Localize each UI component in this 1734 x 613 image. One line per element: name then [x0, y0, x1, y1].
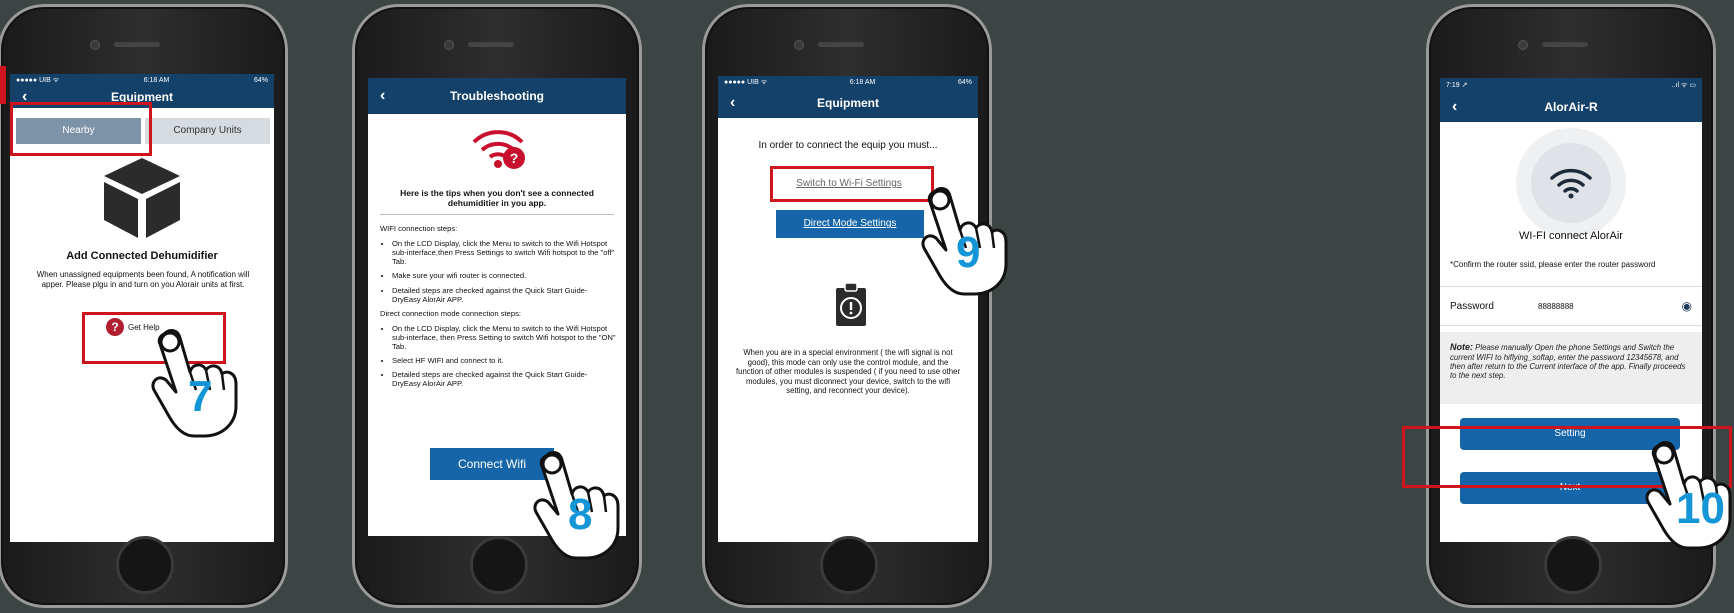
password-label: Password	[1450, 300, 1494, 312]
add-device-message: When unassigned equipments been found, A…	[36, 270, 250, 289]
phone-3-screen: ●●●●● UIB ᯤ 6:18 AM 64% ‹ Equipment In o…	[718, 76, 978, 542]
nav-bar: ‹ Troubleshooting	[368, 78, 626, 114]
add-device-heading: Add Connected Dehumidifier	[66, 250, 218, 262]
home-button	[470, 536, 528, 594]
earpiece-speaker	[818, 42, 864, 47]
wifi-badge-inner	[1531, 143, 1611, 223]
earpiece-speaker	[114, 42, 160, 47]
back-arrow-icon[interactable]: ‹	[380, 87, 385, 105]
phone-3: ●●●●● UIB ᯤ 6:18 AM 64% ‹ Equipment In o…	[702, 4, 992, 608]
tips-heading: Here is the tips when you don't see a co…	[380, 188, 614, 215]
list-item: On the LCD Display, click the Menu to sw…	[392, 239, 616, 266]
wifi-steps-list: On the LCD Display, click the Menu to sw…	[380, 239, 616, 304]
status-carrier: ●●●●● UIB ᯤ	[16, 76, 60, 84]
page-title: Troubleshooting	[450, 89, 544, 103]
marker-edge	[0, 66, 6, 104]
status-battery: 64%	[957, 78, 972, 86]
nav-bar: ‹ AlorAir-R	[1440, 92, 1702, 122]
page-title: Equipment	[817, 96, 879, 110]
earpiece-speaker	[468, 42, 514, 47]
status-battery: 64%	[253, 76, 268, 84]
wifi-badge	[1516, 128, 1626, 238]
tab-company-units[interactable]: Company Units	[145, 118, 270, 144]
front-camera	[1518, 40, 1528, 50]
svg-text:?: ?	[510, 150, 519, 166]
home-button	[820, 536, 878, 594]
step-number: 9	[956, 228, 981, 277]
status-icons: ..ıl ᯤ ▭	[1671, 81, 1696, 89]
status-time: 6:18 AM	[849, 78, 876, 86]
status-bar: ●●●●● UIB ᯤ 6:18 AM 64%	[718, 76, 978, 88]
status-bar: ●●●●● UIB ᯤ 6:18 AM 64%	[10, 74, 274, 86]
back-arrow-icon[interactable]: ‹	[1452, 98, 1457, 116]
clipboard-alert-icon	[836, 282, 866, 326]
list-item: Make sure your wifi router is connected.	[392, 271, 616, 280]
wifi-settings-highlight	[770, 166, 934, 202]
wifi-error-icon: ?	[472, 130, 525, 169]
direct-mode-note: When you are in a special environment ( …	[735, 348, 961, 395]
status-carrier: ●●●●● UIB ᯤ	[724, 78, 768, 86]
front-camera	[90, 40, 100, 50]
list-item: On the LCD Display, click the Menu to sw…	[392, 324, 616, 351]
status-bar: 7:19 ↗ ..ıl ᯤ ▭	[1440, 78, 1702, 92]
note-text: Please manually Open the phone Settings …	[1450, 343, 1686, 381]
back-arrow-icon[interactable]: ‹	[730, 94, 735, 112]
note-box: Note: Please manually Open the phone Set…	[1440, 332, 1702, 404]
status-time: 6:18 AM	[143, 76, 170, 84]
status-time: 7:19 ↗	[1446, 82, 1468, 89]
wifi-connect-title: WI-FI connect AlorAir	[1519, 230, 1623, 242]
direct-mode-settings-button[interactable]: Direct Mode Settings	[776, 210, 924, 238]
front-camera	[794, 40, 804, 50]
direct-steps-list: On the LCD Display, click the Menu to sw…	[380, 324, 616, 389]
earpiece-speaker	[1542, 42, 1588, 47]
wifi-icon	[1550, 168, 1592, 199]
phone-1: ●●●●● UIB ᯤ 6:18 AM 64% ‹ Equipment Near…	[0, 4, 288, 608]
intro-text: In order to connect the equip you must..…	[758, 140, 938, 151]
confirm-ssid-text: *Confirm the router ssid, please enter t…	[1450, 260, 1656, 269]
step-number: 8	[568, 490, 593, 539]
front-camera	[444, 40, 454, 50]
home-button	[1544, 536, 1602, 594]
note-label: Note:	[1450, 342, 1473, 352]
list-item: Detailed steps are checked against the Q…	[392, 286, 616, 304]
list-item: Select HF WIFI and connect to it.	[392, 356, 616, 365]
password-field[interactable]: 88888888	[1538, 302, 1682, 311]
home-button	[116, 536, 174, 594]
wifi-steps-heading: WIFI connection steps:	[380, 224, 458, 233]
page-title: AlorAir-R	[1544, 100, 1598, 114]
tips-body: WIFI connection steps: On the LCD Displa…	[380, 224, 616, 394]
step-number: 7	[188, 372, 213, 421]
password-row: Password 88888888 ◉	[1440, 286, 1702, 326]
eye-icon[interactable]: ◉	[1682, 299, 1692, 313]
box-icon	[104, 158, 180, 238]
nav-bar: ‹ Equipment	[718, 88, 978, 118]
direct-steps-heading: Direct connection mode connection steps:	[380, 308, 521, 318]
step-number: 10	[1676, 484, 1725, 533]
nearby-tab-highlight	[10, 102, 152, 156]
list-item: Detailed steps are checked against the Q…	[392, 370, 616, 388]
